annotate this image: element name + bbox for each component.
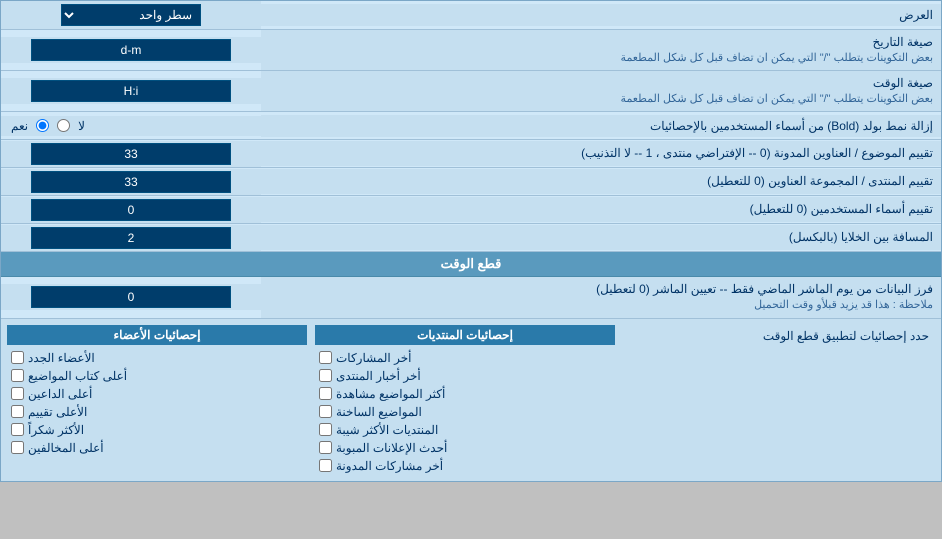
checkbox-posts-5[interactable] <box>319 441 332 454</box>
checkbox-item-posts-2: أكثر المواضيع مشاهدة <box>315 385 615 403</box>
user-names-row: تقييم أسماء المستخدمين (0 للتعطيل) <box>1 196 941 224</box>
checkbox-posts-4[interactable] <box>319 423 332 436</box>
checkbox-item-posts-4: المنتديات الأكثر شيبة <box>315 421 615 439</box>
apply-time-label: حدد إحصائيات لتطبيق قطع الوقت <box>763 329 929 343</box>
cell-spacing-row: المسافة بين الخلايا (بالبكسل) <box>1 224 941 252</box>
display-label: العرض <box>261 4 941 26</box>
checkbox-members-2[interactable] <box>11 387 24 400</box>
time-format-row: صيغة الوقت بعض التكوينات يتطلب "/" التي … <box>1 71 941 112</box>
checkbox-item-members-0: الأعضاء الجدد <box>7 349 307 367</box>
checkbox-item-members-1: أعلى كتاب المواضيع <box>7 367 307 385</box>
main-container: العرض سطر واحد سطرين ثلاثة أسطر صيغة الت… <box>0 0 942 482</box>
stats-posts-header: إحصائيات المنتديات <box>315 325 615 345</box>
date-format-field[interactable] <box>31 39 231 61</box>
checkbox-posts-0[interactable] <box>319 351 332 364</box>
checkbox-item-posts-5: أحدث الإعلانات المبوبة <box>315 439 615 457</box>
date-format-label: صيغة التاريخ بعض التكوينات يتطلب "/" الت… <box>261 30 941 70</box>
remove-bold-options: لا نعم <box>1 116 261 136</box>
checkbox-members-4[interactable] <box>11 423 24 436</box>
display-select[interactable]: سطر واحد سطرين ثلاثة أسطر <box>61 4 201 26</box>
time-format-label: صيغة الوقت بعض التكوينات يتطلب "/" التي … <box>261 71 941 111</box>
topic-order-row: تقييم الموضوع / العناوين المدونة (0 -- ا… <box>1 140 941 168</box>
checkbox-members-1[interactable] <box>11 369 24 382</box>
user-names-label: تقييم أسماء المستخدمين (0 للتعطيل) <box>261 197 941 222</box>
remove-bold-yes-radio[interactable] <box>36 119 49 132</box>
checkbox-item-members-2: أعلى الداعين <box>7 385 307 403</box>
time-cut-row: فرز البيانات من يوم الماشر الماضي فقط --… <box>1 277 941 318</box>
remove-bold-no-label: لا <box>78 119 85 133</box>
forum-order-row: تقييم المنتدى / المجموعة العناوين (0 للت… <box>1 168 941 196</box>
topic-order-field[interactable] <box>31 143 231 165</box>
checkbox-members-0[interactable] <box>11 351 24 364</box>
checkbox-item-posts-1: أخر أخبار المنتدى <box>315 367 615 385</box>
remove-bold-yes-label: نعم <box>11 119 28 133</box>
apply-time-cell: حدد إحصائيات لتطبيق قطع الوقت <box>623 325 935 475</box>
display-input-cell: سطر واحد سطرين ثلاثة أسطر <box>1 1 261 29</box>
time-cut-input-cell <box>1 284 261 310</box>
date-format-input-cell <box>1 37 261 63</box>
checkboxes-section: حدد إحصائيات لتطبيق قطع الوقت إحصائيات ا… <box>1 319 941 481</box>
display-row: العرض سطر واحد سطرين ثلاثة أسطر <box>1 1 941 30</box>
checkbox-item-posts-6: أخر مشاركات المدونة <box>315 457 615 475</box>
stats-posts-col: إحصائيات المنتديات أخر المشاركات أخر أخب… <box>315 325 615 475</box>
checkbox-item-members-4: الأكثر شكراً <box>7 421 307 439</box>
time-cut-label: فرز البيانات من يوم الماشر الماضي فقط --… <box>261 277 941 317</box>
checkbox-members-3[interactable] <box>11 405 24 418</box>
checkbox-item-posts-0: أخر المشاركات <box>315 349 615 367</box>
cell-spacing-input-cell <box>1 225 261 251</box>
user-names-input-cell <box>1 197 261 223</box>
checkbox-posts-1[interactable] <box>319 369 332 382</box>
topic-order-label: تقييم الموضوع / العناوين المدونة (0 -- ا… <box>261 141 941 166</box>
checkbox-members-5[interactable] <box>11 441 24 454</box>
time-format-input-cell <box>1 78 261 104</box>
time-cut-field[interactable] <box>31 286 231 308</box>
forum-order-field[interactable] <box>31 171 231 193</box>
topic-order-input-cell <box>1 141 261 167</box>
time-cut-section-header: قطع الوقت <box>1 252 941 277</box>
cell-spacing-field[interactable] <box>31 227 231 249</box>
time-format-field[interactable] <box>31 80 231 102</box>
user-names-field[interactable] <box>31 199 231 221</box>
date-format-row: صيغة التاريخ بعض التكوينات يتطلب "/" الت… <box>1 30 941 71</box>
stats-members-col: إحصائيات الأعضاء الأعضاء الجدد أعلى كتاب… <box>7 325 307 475</box>
remove-bold-no-radio[interactable] <box>57 119 70 132</box>
forum-order-input-cell <box>1 169 261 195</box>
checkbox-posts-2[interactable] <box>319 387 332 400</box>
stats-members-header: إحصائيات الأعضاء <box>7 325 307 345</box>
checkbox-item-members-3: الأعلى تقييم <box>7 403 307 421</box>
checkbox-posts-6[interactable] <box>319 459 332 472</box>
forum-order-label: تقييم المنتدى / المجموعة العناوين (0 للت… <box>261 169 941 194</box>
checkbox-item-posts-3: المواضيع الساخنة <box>315 403 615 421</box>
remove-bold-row: إزالة نمط بولد (Bold) من أسماء المستخدمي… <box>1 112 941 140</box>
checkbox-posts-3[interactable] <box>319 405 332 418</box>
cell-spacing-label: المسافة بين الخلايا (بالبكسل) <box>261 225 941 250</box>
checkbox-item-members-5: أعلى المخالفين <box>7 439 307 457</box>
remove-bold-label: إزالة نمط بولد (Bold) من أسماء المستخدمي… <box>261 115 941 137</box>
